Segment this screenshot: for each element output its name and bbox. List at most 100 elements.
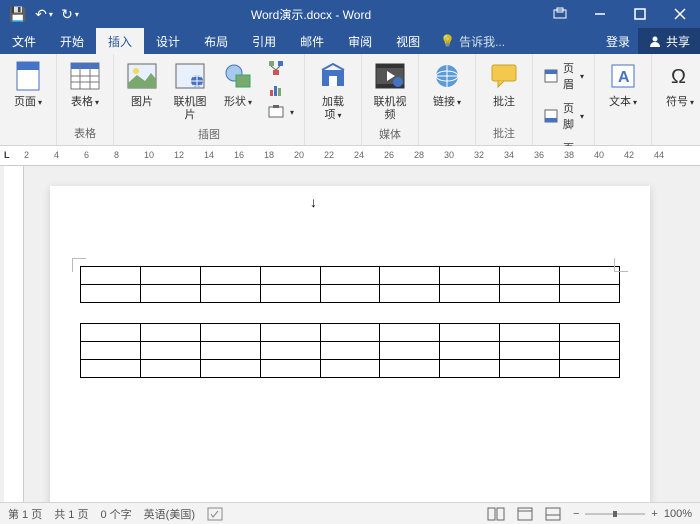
table-cell[interactable] bbox=[440, 360, 500, 378]
links-button[interactable]: 链接▾ bbox=[425, 58, 469, 111]
table-cell[interactable] bbox=[500, 324, 560, 342]
status-word-count[interactable]: 0 个字 bbox=[100, 506, 131, 522]
zoom-out-button[interactable]: − bbox=[573, 508, 579, 520]
status-language[interactable]: 英语(美国) bbox=[144, 506, 195, 522]
addins-button[interactable]: 加载 项▾ bbox=[311, 58, 355, 124]
table-cell[interactable] bbox=[560, 267, 620, 285]
comment-button[interactable]: 批注 bbox=[482, 58, 526, 111]
view-web-button[interactable] bbox=[545, 507, 561, 521]
symbol-button[interactable]: Ω 符号▾ bbox=[658, 58, 700, 111]
page[interactable]: ↓ bbox=[50, 186, 650, 502]
tab-邮件[interactable]: 邮件 bbox=[288, 28, 336, 54]
table-cell[interactable] bbox=[560, 360, 620, 378]
undo-button[interactable]: ↶▾ bbox=[32, 2, 56, 26]
table-cell[interactable] bbox=[320, 360, 380, 378]
table-cell[interactable] bbox=[320, 267, 380, 285]
table-cell[interactable] bbox=[81, 324, 141, 342]
online-video-button[interactable]: 联机视频 bbox=[368, 58, 412, 124]
table-cell[interactable] bbox=[260, 360, 320, 378]
share-button[interactable]: 共享 bbox=[638, 28, 700, 54]
table-cell[interactable] bbox=[380, 324, 440, 342]
table-cell[interactable] bbox=[200, 267, 260, 285]
tab-文件[interactable]: 文件 bbox=[0, 28, 48, 54]
table-cell[interactable] bbox=[200, 360, 260, 378]
table-cell[interactable] bbox=[380, 267, 440, 285]
table-cell[interactable] bbox=[140, 342, 200, 360]
chart-button[interactable] bbox=[264, 80, 298, 100]
document-area[interactable]: ↓ bbox=[0, 166, 700, 502]
tab-审阅[interactable]: 审阅 bbox=[336, 28, 384, 54]
table-cell[interactable] bbox=[440, 267, 500, 285]
tab-插入[interactable]: 插入 bbox=[96, 28, 144, 54]
table-cell[interactable] bbox=[380, 360, 440, 378]
insert-picture-button[interactable]: 图片 bbox=[120, 58, 164, 111]
table-cell[interactable] bbox=[500, 267, 560, 285]
status-page[interactable]: 第 1 页 bbox=[8, 506, 42, 522]
cover-page-button[interactable]: 页面▾ bbox=[6, 58, 50, 111]
table-cell[interactable] bbox=[560, 342, 620, 360]
table-cell[interactable] bbox=[260, 342, 320, 360]
view-read-button[interactable] bbox=[487, 507, 505, 521]
table-cell[interactable] bbox=[320, 342, 380, 360]
table-cell[interactable] bbox=[200, 285, 260, 303]
table-cell[interactable] bbox=[500, 285, 560, 303]
insert-table-button[interactable]: 表格▾ bbox=[63, 58, 107, 111]
table-cell[interactable] bbox=[140, 267, 200, 285]
smartart-button[interactable] bbox=[264, 58, 298, 78]
maximize-button[interactable] bbox=[620, 0, 660, 28]
table-cell[interactable] bbox=[81, 360, 141, 378]
minimize-button[interactable] bbox=[580, 0, 620, 28]
table-cell[interactable] bbox=[560, 324, 620, 342]
footer-button[interactable]: 页脚▾ bbox=[539, 98, 588, 134]
ribbon-options-button[interactable] bbox=[540, 0, 580, 28]
tab-开始[interactable]: 开始 bbox=[48, 28, 96, 54]
zoom-level[interactable]: 100% bbox=[664, 508, 692, 520]
table-cell[interactable] bbox=[260, 324, 320, 342]
view-print-button[interactable] bbox=[517, 507, 533, 521]
status-proofing-icon[interactable] bbox=[207, 507, 223, 521]
zoom-slider[interactable] bbox=[585, 511, 645, 517]
table-cell[interactable] bbox=[140, 360, 200, 378]
table-cell[interactable] bbox=[140, 285, 200, 303]
save-button[interactable]: 💾 bbox=[6, 2, 30, 26]
tab-视图[interactable]: 视图 bbox=[384, 28, 432, 54]
redo-button[interactable]: ↻▾ bbox=[58, 2, 82, 26]
table-cell[interactable] bbox=[500, 360, 560, 378]
sign-in-button[interactable]: 登录 bbox=[598, 28, 638, 54]
tell-me-search[interactable]: 💡告诉我... bbox=[432, 28, 505, 54]
close-button[interactable] bbox=[660, 0, 700, 28]
table-cell[interactable] bbox=[260, 285, 320, 303]
table-cell[interactable] bbox=[440, 285, 500, 303]
header-button[interactable]: 页眉▾ bbox=[539, 58, 588, 94]
table-cell[interactable] bbox=[200, 342, 260, 360]
online-pictures-button[interactable]: 联机图片 bbox=[168, 58, 212, 124]
horizontal-ruler[interactable]: L 24681012141618202224262830323436384042… bbox=[0, 146, 700, 166]
table-cell[interactable] bbox=[81, 285, 141, 303]
document-table[interactable] bbox=[80, 266, 620, 303]
tab-布局[interactable]: 布局 bbox=[192, 28, 240, 54]
textbox-button[interactable]: A 文本▾ bbox=[601, 58, 645, 111]
table-cell[interactable] bbox=[500, 342, 560, 360]
table-cell[interactable] bbox=[560, 285, 620, 303]
table-cell[interactable] bbox=[81, 342, 141, 360]
table-cell[interactable] bbox=[440, 342, 500, 360]
shapes-button[interactable]: 形状▾ bbox=[216, 58, 260, 111]
zoom-in-button[interactable]: + bbox=[651, 508, 657, 520]
status-total-pages[interactable]: 共 1 页 bbox=[54, 506, 88, 522]
ruler-mark: 12 bbox=[174, 150, 184, 160]
screenshot-button[interactable]: ▾ bbox=[264, 102, 298, 122]
table-cell[interactable] bbox=[320, 324, 380, 342]
table-cell[interactable] bbox=[260, 267, 320, 285]
table-cell[interactable] bbox=[380, 342, 440, 360]
table-cell[interactable] bbox=[140, 324, 200, 342]
table-cell[interactable] bbox=[440, 324, 500, 342]
tab-设计[interactable]: 设计 bbox=[144, 28, 192, 54]
table-cell[interactable] bbox=[380, 285, 440, 303]
zoom-control[interactable]: − + 100% bbox=[573, 508, 692, 520]
vertical-ruler[interactable] bbox=[4, 166, 24, 502]
table-cell[interactable] bbox=[200, 324, 260, 342]
document-table[interactable] bbox=[80, 323, 620, 378]
table-cell[interactable] bbox=[81, 267, 141, 285]
table-cell[interactable] bbox=[320, 285, 380, 303]
tab-引用[interactable]: 引用 bbox=[240, 28, 288, 54]
